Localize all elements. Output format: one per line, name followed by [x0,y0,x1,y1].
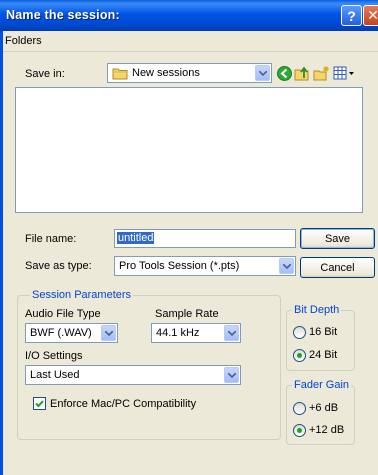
new-folder-button[interactable] [312,65,330,81]
bit-depth-16-radio[interactable] [293,326,306,339]
file-name-label: File name: [25,233,77,245]
session-parameters-title: Session Parameters [30,289,134,301]
save-as-type-label: Save as type: [25,260,92,272]
bit-depth-24-label: 24 Bit [309,349,338,361]
cancel-button-label: Cancel [320,261,355,274]
back-icon [276,65,292,81]
audio-file-type-value: BWF (.WAV) [30,327,92,339]
io-settings-combo[interactable]: Last Used [25,365,241,385]
io-settings-dropdown-button[interactable] [224,367,239,383]
audio-file-type-dropdown-button[interactable] [101,325,116,341]
folder-icon [112,67,128,83]
save-session-dialog: Name the session: ? ✕ Folders Save in: N… [0,0,378,475]
title-bar: Name the session: ? ✕ [0,0,378,31]
checkmark-icon [35,400,44,408]
file-name-input[interactable]: untitled [114,229,296,248]
save-in-label: Save in: [25,68,65,80]
chevron-down-icon [227,372,236,378]
bit-depth-16-label: 16 Bit [309,326,338,338]
chevron-down-icon [282,263,291,269]
back-button[interactable] [275,65,293,81]
fader-gain-12-label: +12 dB [309,424,345,436]
cancel-button[interactable]: Cancel [300,257,375,278]
io-settings-label: I/O Settings [25,350,83,362]
chevron-down-icon [227,330,236,336]
window-border [0,31,3,475]
bit-depth-title: Bit Depth [292,304,342,316]
fader-gain-title: Fader Gain [292,379,352,391]
file-list[interactable] [15,87,363,213]
help-icon: ? [347,7,356,24]
sample-rate-label: Sample Rate [155,308,219,320]
menu-folders[interactable]: Folders [5,35,42,47]
up-folder-icon [294,66,309,80]
menu-bar: Folders [0,31,378,52]
save-as-type-combo[interactable]: Pro Tools Session (*.pts) [114,256,296,276]
up-folder-button[interactable] [293,65,311,81]
save-in-value: New sessions [132,67,200,79]
save-as-type-dropdown-button[interactable] [279,258,294,274]
enforce-compatibility-label: Enforce Mac/PC Compatibility [50,398,197,410]
audio-file-type-label: Audio File Type [25,308,101,320]
enforce-compatibility-checkbox[interactable] [33,397,46,410]
window-title: Name the session: [6,8,120,22]
save-button[interactable]: Save [300,228,375,249]
new-folder-icon [313,65,329,80]
bit-depth-group [286,310,355,371]
save-in-combo[interactable]: New sessions [107,63,272,83]
view-menu-button[interactable] [333,65,355,81]
sample-rate-dropdown-button[interactable] [224,325,239,341]
sample-rate-combo[interactable]: 44.1 kHz [151,323,241,343]
save-as-type-value: Pro Tools Session (*.pts) [119,260,240,272]
sample-rate-value: 44.1 kHz [156,327,200,339]
chevron-down-icon [104,330,113,336]
fader-gain-12-radio[interactable] [293,424,306,437]
view-menu-icon [333,66,354,80]
help-button[interactable]: ? [341,5,362,26]
audio-file-type-combo[interactable]: BWF (.WAV) [25,323,118,343]
bit-depth-24-radio[interactable] [293,349,306,362]
fader-gain-6-label: +6 dB [309,402,339,414]
close-icon: ✕ [367,7,378,23]
fader-gain-6-radio[interactable] [293,402,306,415]
close-button[interactable]: ✕ [363,5,378,26]
save-button-label: Save [324,232,351,245]
file-name-value: untitled [117,232,155,244]
io-settings-value: Last Used [30,369,80,381]
chevron-down-icon [258,70,267,76]
save-in-dropdown-button[interactable] [255,65,270,81]
